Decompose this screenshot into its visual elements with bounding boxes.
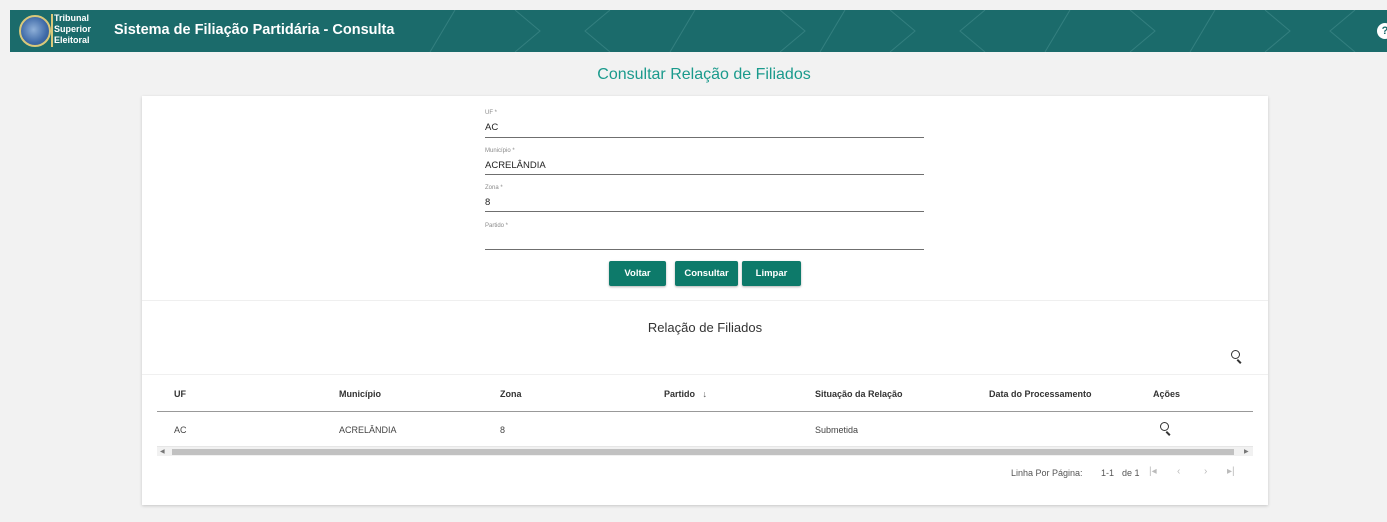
col-header-zona[interactable]: Zona (500, 389, 522, 399)
last-page-icon[interactable]: ▸| (1227, 466, 1235, 477)
cell-uf: AC (174, 425, 187, 435)
next-page-icon[interactable]: › (1204, 466, 1207, 477)
uf-value: AC (485, 122, 499, 133)
col-header-partido-label: Partido (664, 389, 696, 399)
municipio-field[interactable]: Município * ACRELÂNDIA (485, 148, 924, 175)
cell-municipio: ACRELÂNDIA (339, 425, 397, 435)
table-header-line (157, 411, 1253, 412)
rows-per-page-label: Linha Por Página: (1011, 468, 1083, 478)
logo-accent-bar (51, 14, 53, 47)
municipio-value: ACRELÂNDIA (485, 160, 546, 171)
pagination-range: 1-1 (1101, 468, 1115, 478)
row-view-search-icon[interactable] (1160, 422, 1174, 436)
results-title: Relação de Filiados (647, 320, 763, 335)
uf-field[interactable]: UF * AC (485, 110, 924, 138)
col-header-situacao[interactable]: Situação da Relação (815, 389, 903, 399)
partido-label: Partido * (485, 223, 509, 229)
col-header-acoes: Ações (1153, 389, 1181, 399)
scrollbar-thumb[interactable] (172, 449, 1234, 455)
voltar-button[interactable]: Voltar (609, 261, 666, 286)
uf-label: UF * (485, 110, 497, 116)
help-icon[interactable]: ? (1377, 23, 1387, 39)
zona-label: Zona * (485, 185, 503, 191)
pagination-total: de 1 (1122, 468, 1140, 478)
col-header-municipio[interactable]: Município (339, 389, 381, 399)
logo-line-1: Tribunal (54, 13, 90, 23)
logo-line-3: Eleitoral (54, 35, 90, 45)
app-title: Sistema de Filiação Partidária - Consult… (114, 22, 395, 38)
cell-zona: 8 (500, 425, 506, 435)
col-header-partido[interactable]: Partido ↓ (664, 389, 707, 399)
municipio-label: Município * (485, 148, 515, 154)
partido-field[interactable]: Partido * (485, 223, 924, 250)
page-title: Consultar Relação de Filiados (597, 66, 811, 83)
horizontal-scrollbar[interactable]: ◀ ▶ (157, 446, 1253, 456)
sort-down-icon: ↓ (702, 389, 708, 399)
first-page-icon[interactable]: |◂ (1149, 466, 1157, 477)
consultar-button[interactable]: Consultar (675, 261, 738, 286)
tse-logo-text: Tribunal Superior Eleitoral (54, 13, 91, 46)
app-header: Tribunal Superior Eleitoral Sistema de F… (10, 10, 1387, 52)
limpar-button[interactable]: Limpar (742, 261, 801, 286)
zona-value: 8 (485, 197, 491, 208)
scroll-left-arrow-icon[interactable]: ◀ (160, 447, 165, 457)
cell-situacao: Submetida (815, 425, 859, 435)
zona-field[interactable]: Zona * 8 (485, 185, 924, 212)
tse-logo-emblem (19, 15, 51, 47)
table-top-divider (142, 374, 1268, 375)
previous-page-icon[interactable]: ‹ (1177, 466, 1180, 477)
logo-line-2: Superior (54, 24, 92, 34)
scroll-right-arrow-icon[interactable]: ▶ (1244, 447, 1249, 457)
table-search-icon[interactable] (1231, 350, 1245, 364)
section-divider (142, 300, 1268, 301)
main-card: UF * AC Município * ACRELÂNDIA Zona * 8 … (142, 96, 1268, 505)
col-header-uf[interactable]: UF (174, 389, 186, 399)
col-header-data-processamento[interactable]: Data do Processamento (989, 389, 1092, 399)
